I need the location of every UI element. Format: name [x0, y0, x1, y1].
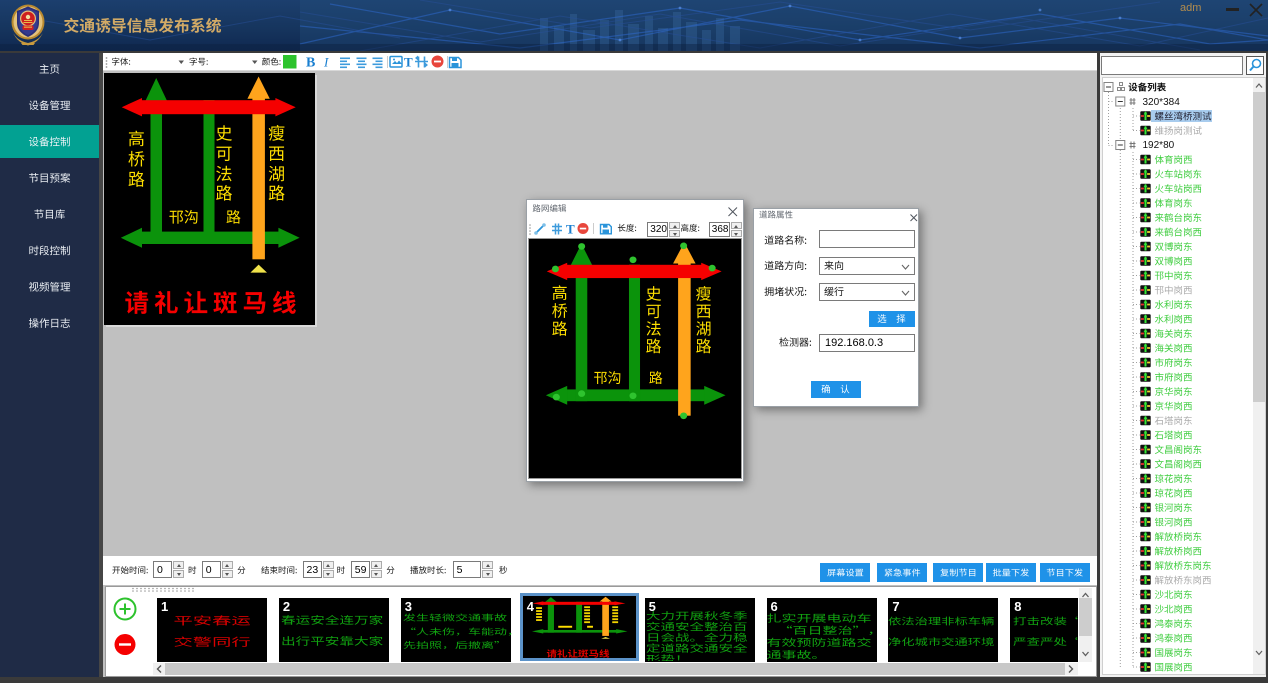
svg-text:T: T [404, 55, 413, 70]
svg-text:I: I [323, 55, 329, 70]
svg-text:B: B [306, 56, 315, 71]
svg-text:T: T [566, 222, 575, 237]
